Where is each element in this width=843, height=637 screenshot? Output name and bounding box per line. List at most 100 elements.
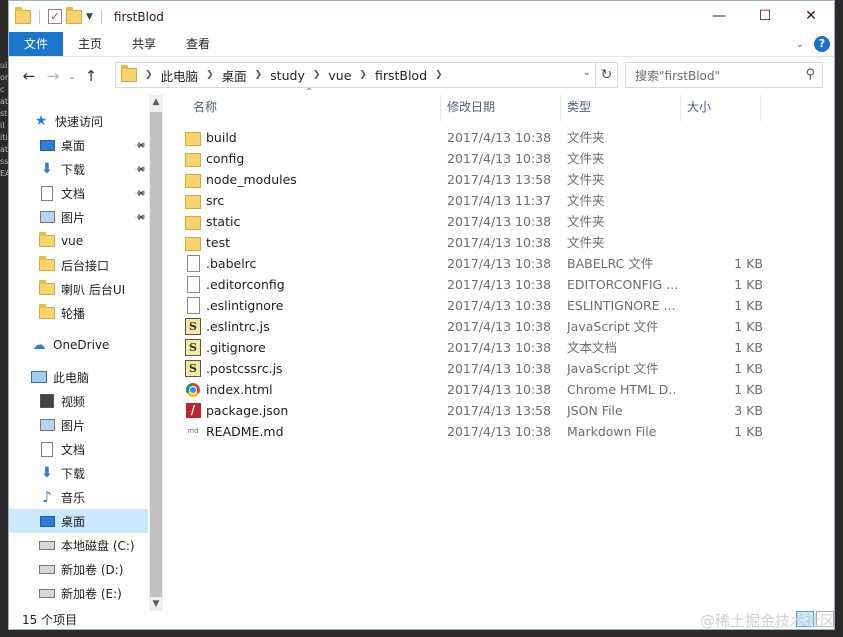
chevron-right-icon[interactable]: ❯ [359,70,367,80]
file-row[interactable]: index.html 2017/4/13 10:38 Chrome HTML D..… [185,379,765,400]
column-divider[interactable] [760,95,761,121]
sidebar-item[interactable]: ♪ 音乐 [9,485,149,509]
file-row[interactable]: .babelrc 2017/4/13 10:38 BABELRC 文件 1 KB [185,253,765,274]
file-name: test [206,235,231,250]
refresh-icon[interactable]: ↻ [595,63,617,87]
tab-share[interactable]: 共享 [117,32,171,56]
sidebar-item[interactable]: 桌面 📌 [9,133,149,157]
file-row[interactable]: .eslintrc.js 2017/4/13 10:38 JavaScript 文件… [185,316,765,337]
file-type: BABELRC 文件 [567,256,654,271]
chevron-right-icon[interactable]: ❯ [313,70,321,80]
sidebar-item[interactable]: 文档 📌 [9,181,149,205]
file-row[interactable]: build 2017/4/13 10:38 文件夹 [185,127,765,148]
sidebar-item[interactable]: 轮播 [9,301,149,325]
file-size: 1 KB [734,424,763,439]
column-header-type[interactable]: 类型 [567,95,591,119]
customize-dropdown-icon[interactable]: ▼ [86,12,93,22]
file-size: 1 KB [734,340,763,355]
scroll-up-icon[interactable]: ▲ [149,97,163,107]
file-icon [185,277,201,293]
recent-locations-icon[interactable]: ⌄ [65,72,79,81]
file-row[interactable]: src 2017/4/13 11:37 文件夹 [185,190,765,211]
sidebar-item[interactable]: 新加卷 (D:) [9,557,149,581]
file-row[interactable]: .postcssrc.js 2017/4/13 10:38 JavaScript 文… [185,358,765,379]
file-row[interactable]: test 2017/4/13 10:38 文件夹 [185,232,765,253]
file-row[interactable]: node_modules 2017/4/13 13:58 文件夹 [185,169,765,190]
chevron-right-icon[interactable]: ❯ [435,70,443,80]
expand-ribbon-icon[interactable]: ⌄ [796,39,804,50]
desktop-icon [39,137,55,153]
file-type: 文件夹 [567,172,605,187]
file-row[interactable]: .gitignore 2017/4/13 10:38 文本文档 1 KB [185,337,765,358]
sidebar-item[interactable]: 喇叭 后台UI [9,277,149,301]
sidebar-item-label: 轮播 [61,306,86,321]
scrollbar-thumb[interactable] [150,112,162,597]
column-header-date[interactable]: 修改日期 [447,95,495,119]
tab-file[interactable]: 文件 [9,32,64,56]
sidebar-item[interactable]: 新加卷 (E:) [9,581,149,605]
tab-home[interactable]: 主页 [63,32,117,56]
column-divider[interactable] [440,95,441,121]
tab-view[interactable]: 查看 [171,32,225,56]
navigation-scrollbar[interactable]: ▲ ▼ [149,95,163,611]
sidebar-item[interactable]: 此电脑 [9,365,149,389]
column-header-size[interactable]: 大小 [687,95,711,119]
sidebar-item-label: 视频 [61,394,86,409]
breadcrumb-desktop[interactable]: 桌面 [222,66,247,85]
sidebar-item[interactable]: 桌面 [9,509,148,533]
breadcrumb-firstblod[interactable]: firstBlod [375,68,427,83]
breadcrumb-study[interactable]: study [270,68,305,83]
minimize-button[interactable]: — [696,1,742,32]
file-name: .editorconfig [206,277,285,292]
file-row[interactable]: .editorconfig 2017/4/13 10:38 EDITORCONFIG… [185,274,765,295]
help-icon[interactable]: ? [814,36,830,52]
maximize-button[interactable]: ☐ [742,1,788,32]
sidebar-item[interactable]: 视频 [9,389,149,413]
file-icon [185,256,201,272]
up-arrow-icon[interactable]: ↑ [79,67,103,85]
address-bar[interactable]: ❯ 此电脑 ❯ 桌面 ❯ study ❯ vue ❯ firstBlod ❯ ⌄… [115,62,618,88]
search-icon[interactable]: ⚲ [805,67,815,82]
sidebar-item[interactable]: 后台接口 [9,253,149,277]
breadcrumb-this-pc[interactable]: 此电脑 [161,66,199,85]
watermark: @稀土掘金技术社区 [699,612,835,630]
breadcrumb-vue[interactable]: vue [328,68,351,83]
file-name-cell: .editorconfig [185,274,285,295]
download-icon: ⬇ [41,161,53,177]
chevron-right-icon[interactable]: ❯ [255,70,263,80]
sidebar-item[interactable]: vue [9,229,149,253]
close-button[interactable]: ✕ [788,1,834,32]
file-row[interactable]: package.json 2017/4/13 13:58 JSON File 3 KB [185,400,765,421]
chevron-right-icon[interactable]: ❯ [145,70,153,80]
back-arrow-icon[interactable]: ← [17,67,41,85]
file-row[interactable]: .eslintignore 2017/4/13 10:38 ESLINTIGNORE… [185,295,765,316]
sidebar-item-label: 新加卷 (E:) [61,586,122,601]
pin-icon: 📌 [133,162,147,176]
sidebar-item[interactable]: ☁ OneDrive [9,333,149,357]
column-divider[interactable] [680,95,681,121]
sidebar-item[interactable]: 图片 [9,413,149,437]
sidebar-item[interactable]: ★ 快速访问 [9,109,149,133]
file-icon [185,298,201,314]
sidebar-item[interactable]: 文档 [9,437,149,461]
file-type: ESLINTIGNORE ... [567,298,676,313]
sidebar-item[interactable]: 图片 📌 [9,205,149,229]
search-input[interactable]: 搜索"firstBlod" ⚲ [625,62,823,88]
sidebar-item-label: OneDrive [53,338,110,352]
properties-icon[interactable]: ✓ [48,9,62,24]
new-folder-icon[interactable] [66,6,82,24]
sidebar-item[interactable]: 本地磁盘 (C:) [9,533,149,557]
file-row[interactable]: README.md 2017/4/13 10:38 Markdown File 1 K… [185,421,765,442]
chevron-right-icon[interactable]: ❯ [206,70,214,80]
scroll-down-icon[interactable]: ▼ [149,599,163,609]
file-row[interactable]: config 2017/4/13 10:38 文件夹 [185,148,765,169]
column-header-name[interactable]: 名称 [193,95,217,119]
sidebar-item[interactable]: ⬇ 下载 [9,461,149,485]
download-icon: ⬇ [41,465,53,481]
window-controls: — ☐ ✕ [696,1,834,32]
file-row[interactable]: static 2017/4/13 10:38 文件夹 [185,211,765,232]
sidebar-item[interactable]: ⬇ 下载 📌 [9,157,149,181]
forward-arrow-icon[interactable]: → [41,67,65,85]
chevron-down-icon[interactable]: ⌄ [583,67,591,78]
column-divider[interactable] [560,95,561,121]
